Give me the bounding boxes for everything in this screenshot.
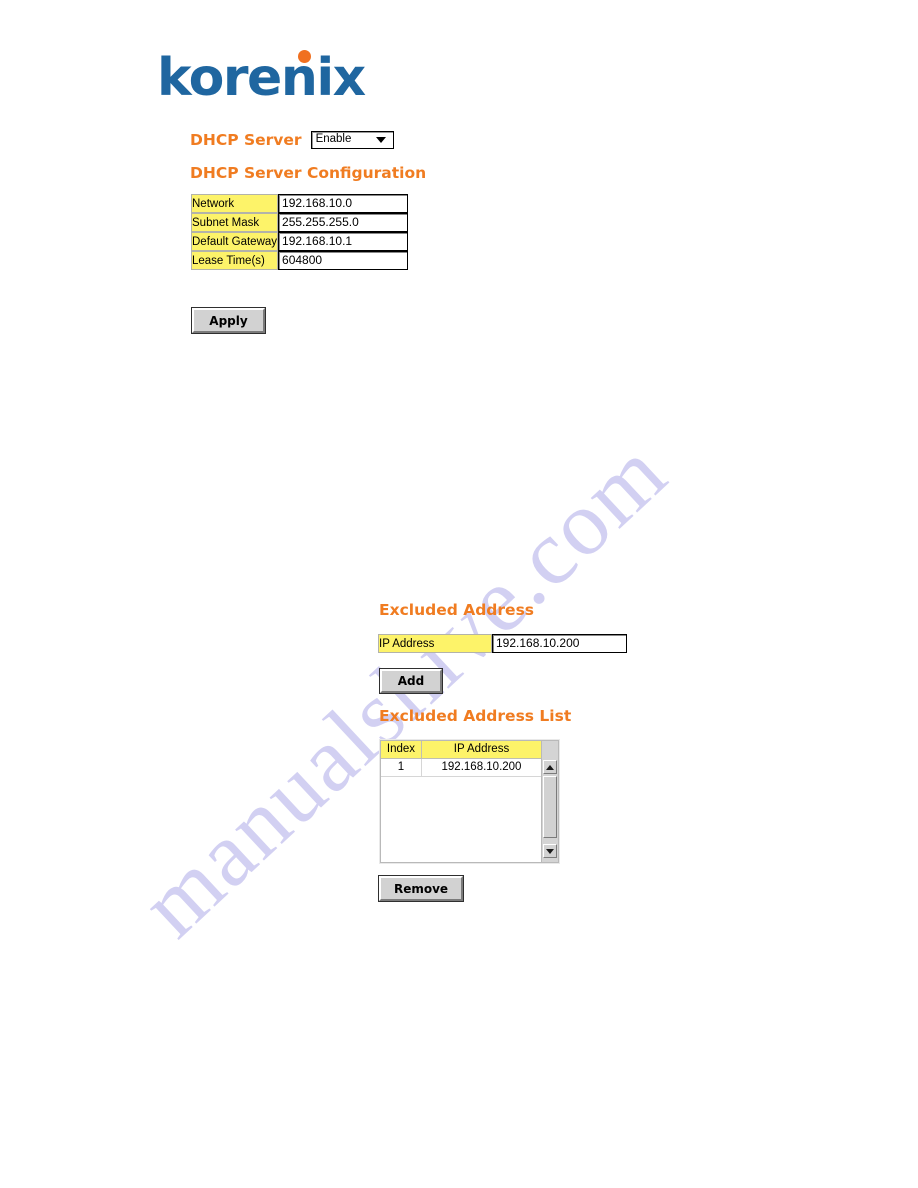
scroll-up-button[interactable] — [543, 760, 557, 774]
dhcp-server-row: DHCP Server Enable — [190, 131, 394, 149]
row-label-subnet-mask: Subnet Mask — [191, 213, 279, 232]
list-item[interactable]: 1 192.168.10.200 — [381, 759, 541, 777]
column-header-index: Index — [381, 741, 422, 759]
excluded-address-list-box: Index IP Address 1 192.168.10.200 — [379, 739, 560, 864]
korenix-logo: korenix — [157, 50, 366, 104]
logo-text: korenix — [157, 48, 366, 108]
table-row: IP Address 192.168.10.200 — [378, 634, 627, 653]
excluded-address-list-title: Excluded Address List — [379, 707, 572, 725]
dhcp-server-select[interactable]: Enable — [310, 131, 394, 149]
row-field-network-cell: 192.168.10.0 — [278, 194, 409, 213]
chevron-down-icon — [375, 137, 386, 143]
scrollbar-track-top — [543, 742, 557, 759]
apply-button[interactable]: Apply — [191, 307, 266, 334]
add-button[interactable]: Add — [379, 668, 443, 694]
table-row: Network 192.168.10.0 — [191, 194, 409, 213]
lease-time-input[interactable]: 604800 — [278, 251, 409, 270]
excluded-address-table: IP Address 192.168.10.200 — [378, 634, 627, 653]
table-row: Default Gateway 192.168.10.1 — [191, 232, 409, 251]
default-gateway-input[interactable]: 192.168.10.1 — [278, 232, 409, 251]
row-label-network: Network — [191, 194, 279, 213]
excluded-address-list-inner: Index IP Address 1 192.168.10.200 — [380, 740, 559, 863]
cell-ip-address: 192.168.10.200 — [422, 759, 541, 777]
excluded-ip-address-input[interactable]: 192.168.10.200 — [492, 634, 627, 653]
document-page: manualshive.com korenix DHCP Server Enab… — [0, 0, 918, 1188]
logo-orange-dot-icon — [298, 50, 311, 63]
scroll-down-button[interactable] — [543, 844, 557, 858]
row-label-lease-time: Lease Time(s) — [191, 251, 279, 270]
row-field-ip-address-cell: 192.168.10.200 — [492, 634, 627, 653]
triangle-up-icon — [546, 764, 554, 770]
triangle-down-icon — [546, 848, 554, 854]
network-input[interactable]: 192.168.10.0 — [278, 194, 409, 213]
dhcp-server-label: DHCP Server — [190, 131, 302, 149]
dhcp-config-title: DHCP Server Configuration — [190, 164, 427, 182]
remove-button[interactable]: Remove — [378, 875, 464, 902]
dhcp-server-selected-value: Enable — [315, 133, 352, 146]
row-field-lease-time-cell: 604800 — [278, 251, 409, 270]
scrollbar-thumb[interactable] — [543, 776, 557, 838]
table-row: Subnet Mask 255.255.255.0 — [191, 213, 409, 232]
row-label-default-gateway: Default Gateway — [191, 232, 279, 251]
list-vertical-scrollbar[interactable] — [541, 741, 558, 862]
column-header-ip-address: IP Address — [422, 741, 541, 759]
row-label-ip-address: IP Address — [378, 634, 492, 653]
row-field-default-gateway-cell: 192.168.10.1 — [278, 232, 409, 251]
row-field-subnet-mask-cell: 255.255.255.0 — [278, 213, 409, 232]
list-header-row: Index IP Address — [381, 741, 541, 759]
excluded-address-title: Excluded Address — [379, 601, 535, 619]
excluded-address-list-columns: Index IP Address 1 192.168.10.200 — [381, 741, 541, 862]
cell-index: 1 — [381, 759, 422, 777]
logo-wordmark: korenix — [157, 50, 366, 104]
page-content: korenix DHCP Server Enable DHCP Server C… — [0, 0, 918, 1188]
dhcp-config-table: Network 192.168.10.0 Subnet Mask 255.255… — [191, 194, 409, 270]
table-row: Lease Time(s) 604800 — [191, 251, 409, 270]
subnet-mask-input[interactable]: 255.255.255.0 — [278, 213, 409, 232]
